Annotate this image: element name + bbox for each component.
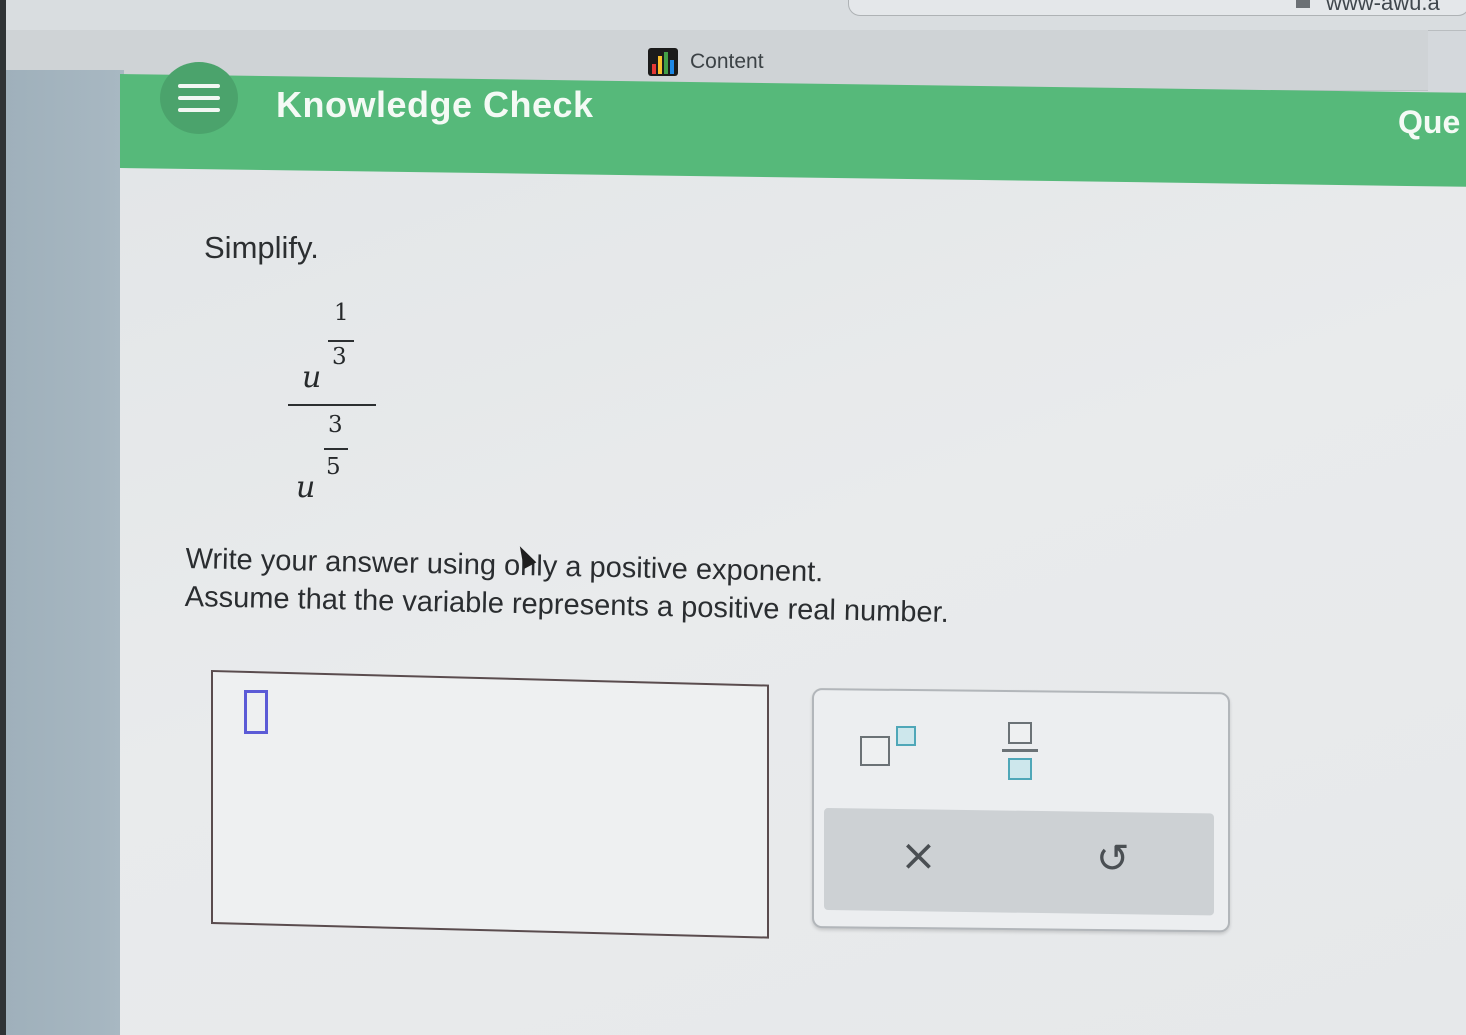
tab-title[interactable]: Content	[690, 50, 764, 74]
browser-toolbar: www-awu.a	[6, 0, 1466, 31]
denominator-exponent-denominator: 5	[326, 454, 341, 480]
exponent-base-square	[860, 736, 890, 766]
fraction-denominator-square	[1008, 758, 1032, 780]
numerator-exponent-bar	[328, 340, 354, 342]
screen: www-awu.a Content Knowledge Check Que Si…	[6, 0, 1466, 1035]
numerator-exponent-denominator: 3	[332, 344, 347, 370]
fraction-bar	[288, 404, 376, 406]
math-expression: u 1 3 3 5 u	[284, 300, 384, 510]
clear-button[interactable]: ×	[900, 830, 937, 881]
page-title: Knowledge Check	[276, 84, 594, 125]
lock-icon	[1296, 0, 1310, 8]
denominator-base: u	[296, 470, 316, 505]
numerator-base: u	[302, 360, 322, 395]
answer-input[interactable]	[211, 670, 769, 939]
exponent-power-square	[896, 726, 916, 746]
header-right-label[interactable]: Que	[1398, 104, 1460, 141]
instructions: Write your answer using only a positive …	[184, 540, 950, 632]
address-bar-text: www-awu.a	[1326, 0, 1440, 15]
fraction-template-icon[interactable]	[1000, 720, 1044, 784]
numerator-exponent-numerator: 1	[334, 300, 349, 326]
left-side-panel	[6, 70, 124, 1035]
denominator-exponent-bar	[324, 448, 348, 450]
action-bar	[824, 808, 1214, 916]
input-cursor-placeholder[interactable]	[244, 690, 268, 734]
undo-button[interactable]: ↺	[1096, 836, 1130, 882]
denominator-exponent-numerator: 3	[328, 412, 343, 438]
bar-chart-icon	[648, 48, 678, 76]
fraction-line	[1002, 749, 1038, 752]
hamburger-menu-icon[interactable]	[160, 62, 238, 134]
fraction-numerator-square	[1008, 722, 1032, 744]
exponent-template-icon[interactable]	[856, 722, 922, 772]
question-prompt: Simplify.	[204, 230, 319, 265]
